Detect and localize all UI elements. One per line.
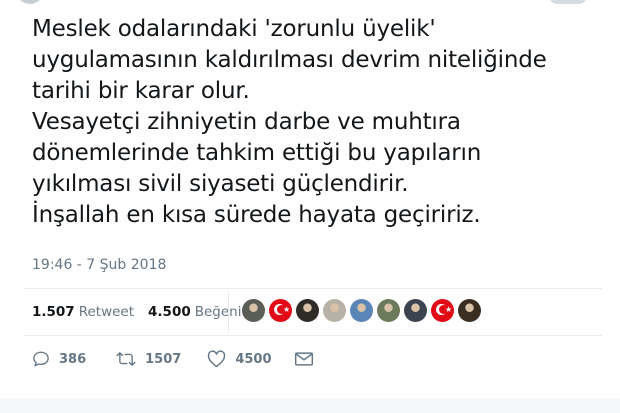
retweet-button[interactable]: 1507: [116, 350, 181, 368]
reply-button[interactable]: 386: [32, 350, 86, 368]
star-icon: ★: [445, 305, 453, 314]
tweet-stats: 1.507 Retweet 4.500 Beğeni: [32, 302, 241, 322]
tweet-text-line: İnşallah en kısa sürede hayata geçiririz…: [32, 202, 481, 228]
liker-avatar[interactable]: ★: [269, 299, 292, 322]
liker-avatar[interactable]: [242, 299, 265, 322]
liker-avatar[interactable]: [377, 299, 400, 322]
tweet-text-line: uygulamasının kaldırılması devrim niteli…: [32, 47, 547, 73]
author-avatar-fragment[interactable]: [16, 0, 44, 4]
retweet-count: 1507: [145, 351, 182, 367]
direct-message-button[interactable]: [294, 351, 314, 367]
liker-avatars: ★ ★: [242, 299, 485, 322]
like-stat-label: Beğeni: [194, 304, 242, 320]
tweet-text: Meslek odalarındaki 'zorunlu üyelik' uyg…: [32, 14, 612, 231]
retweet-icon: [116, 352, 136, 366]
like-stat-count: 4.500: [148, 304, 191, 320]
tweet-text-line: Vesayetçi zihniyetin darbe ve muhtıra: [32, 109, 461, 135]
liker-avatar[interactable]: [323, 299, 346, 322]
divider: [24, 335, 602, 336]
liker-avatar[interactable]: [350, 299, 373, 322]
tweet-text-line: dönemlerinde tahkim ettiği bu yapıların: [32, 140, 482, 166]
follow-button-fragment[interactable]: [548, 0, 588, 4]
reply-count: 386: [59, 351, 87, 367]
tweet-actions: 386 1507 4500: [32, 350, 314, 368]
tweet-timestamp[interactable]: 19:46 - 7 Şub 2018: [32, 257, 166, 273]
divider: [24, 288, 602, 289]
envelope-icon: [294, 352, 313, 366]
footer-strip: [0, 398, 620, 413]
retweet-stat-label: Retweet: [78, 304, 135, 320]
reply-icon: [33, 351, 49, 367]
like-button[interactable]: 4500: [207, 350, 272, 368]
tweet-text-line: yıkılması sivil siyaseti güçlendirir.: [32, 171, 409, 197]
tweet-text-line: Meslek odalarındaki 'zorunlu üyelik': [32, 16, 436, 42]
liker-avatar[interactable]: ★: [431, 299, 454, 322]
liker-avatar[interactable]: [458, 299, 481, 322]
stats-separator: [228, 292, 229, 332]
liker-avatar[interactable]: [404, 299, 427, 322]
star-icon: ★: [283, 305, 291, 314]
heart-icon: [208, 350, 226, 368]
tweet-text-line: tarihi bir karar olur.: [32, 78, 250, 104]
liker-avatar[interactable]: [296, 299, 319, 322]
like-count: 4500: [235, 351, 272, 367]
retweet-stat[interactable]: 1.507 Retweet: [32, 304, 134, 320]
retweet-stat-count: 1.507: [32, 304, 75, 320]
